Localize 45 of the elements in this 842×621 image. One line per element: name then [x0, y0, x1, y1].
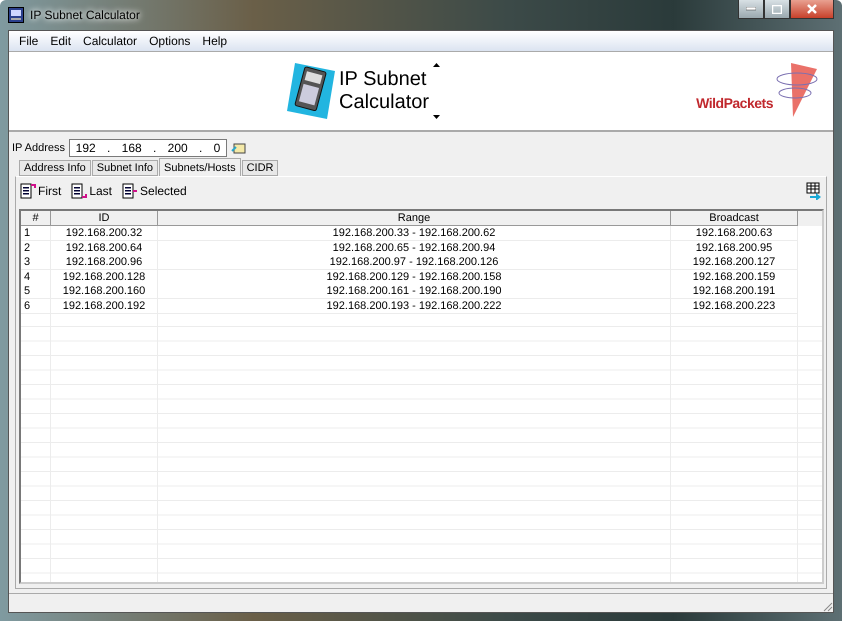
- down-arrow-icon: [433, 115, 440, 119]
- close-icon: [807, 4, 817, 14]
- ip-address-field[interactable]: 192 . 168 . 200 . 0: [69, 139, 227, 157]
- menu-item[interactable]: Help: [196, 34, 234, 48]
- calculator-icon: [285, 61, 337, 121]
- banner-title: Calculator: [339, 91, 430, 114]
- up-arrow-icon: [433, 63, 440, 67]
- logo-text: WildPackets: [696, 95, 773, 111]
- tab[interactable]: Subnets/Hosts: [159, 158, 241, 176]
- octet-value: 192: [76, 141, 96, 155]
- octet-value: 0: [214, 141, 220, 155]
- paste-icon[interactable]: [231, 141, 247, 155]
- table-cell: 192.168.200.192: [51, 298, 158, 314]
- table-cell: 6: [21, 298, 51, 314]
- separator-dot: .: [107, 141, 110, 155]
- menu-item[interactable]: File: [13, 34, 44, 48]
- tab[interactable]: CIDR: [242, 160, 278, 176]
- minimize-button[interactable]: [738, 0, 764, 19]
- close-button[interactable]: [790, 0, 834, 19]
- octet-value: 200: [168, 141, 188, 155]
- separator-dot: .: [199, 141, 202, 155]
- octet-value: 168: [122, 141, 142, 155]
- tab[interactable]: Subnet Info: [92, 160, 158, 176]
- menu-item[interactable]: Edit: [44, 34, 78, 48]
- window-title: IP Subnet Calculator: [30, 8, 140, 22]
- maximize-icon: [772, 4, 782, 14]
- separator-dot: .: [153, 141, 156, 155]
- toolbar-button[interactable]: Last: [71, 183, 112, 199]
- table-export-icon[interactable]: [806, 182, 822, 200]
- minimize-icon: [746, 7, 756, 11]
- menu-item[interactable]: Calculator: [77, 34, 144, 48]
- resize-grip-icon[interactable]: [821, 600, 833, 612]
- maximize-button[interactable]: [764, 0, 790, 19]
- document-icon: [71, 183, 88, 199]
- table-cell: 192.168.200.223: [671, 298, 798, 314]
- toolbar-button[interactable]: Selected: [122, 183, 187, 199]
- document-icon: [20, 183, 36, 199]
- tab[interactable]: Address Info: [19, 160, 91, 176]
- app-icon: [8, 7, 24, 23]
- toolbar-button[interactable]: First: [20, 183, 62, 199]
- document-icon: [122, 183, 138, 199]
- table-cell: 192.168.200.193 - 192.168.200.222: [158, 298, 671, 314]
- ip-address-label: IP Address: [12, 142, 65, 154]
- menu-item[interactable]: Options: [143, 34, 196, 48]
- banner-title: IP Subnet: [339, 68, 428, 91]
